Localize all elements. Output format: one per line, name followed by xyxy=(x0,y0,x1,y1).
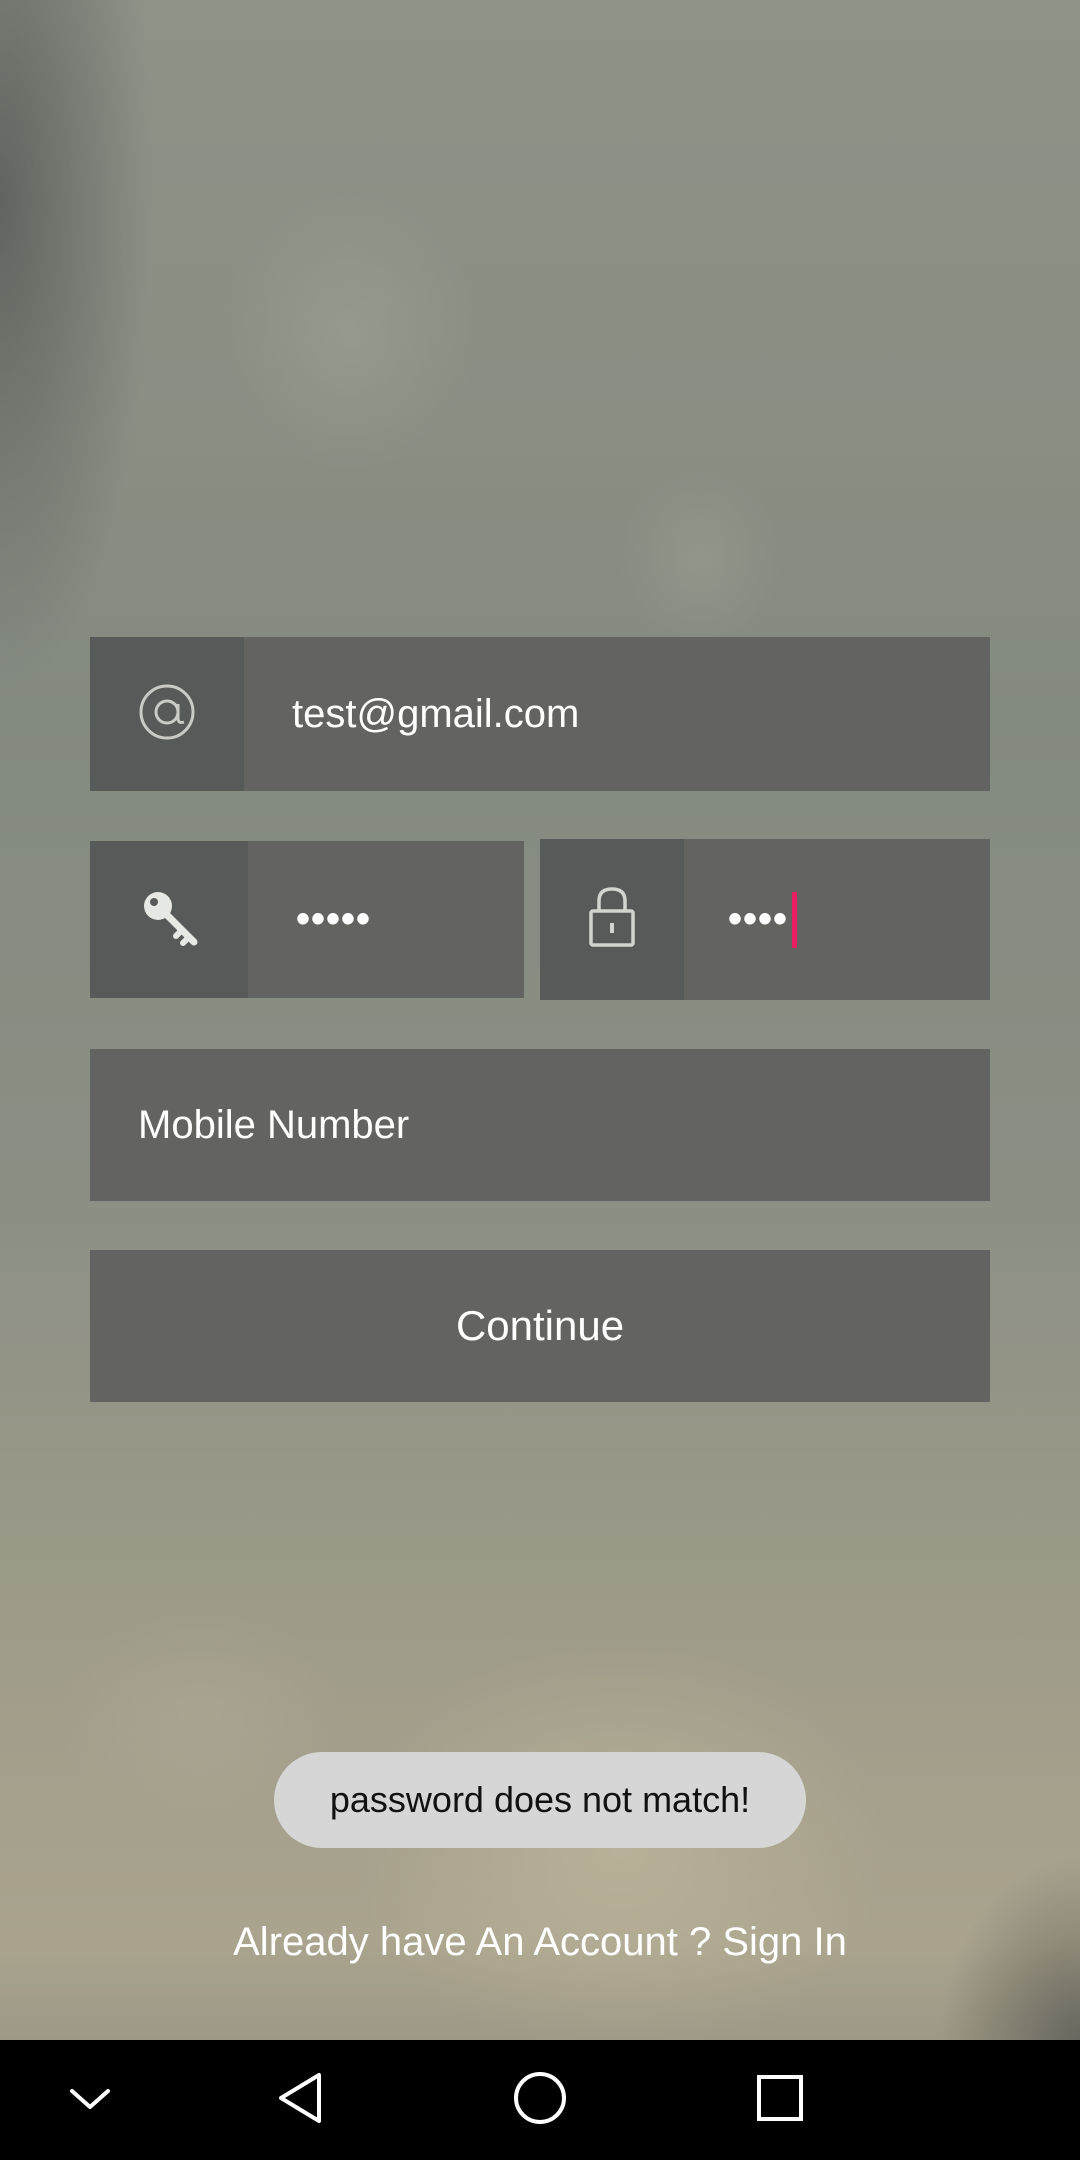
system-navigation-bar xyxy=(0,2040,1080,2160)
signup-screen: test@gmail.com ••••• •••• Mobile Number … xyxy=(0,0,1080,2160)
sign-in-link[interactable]: Already have An Account ? Sign In xyxy=(0,1920,1080,1965)
recents-icon xyxy=(756,2074,804,2127)
back-icon xyxy=(275,2071,325,2130)
lock-icon xyxy=(587,885,637,954)
mobile-number-placeholder: Mobile Number xyxy=(138,1102,410,1147)
key-icon xyxy=(138,886,200,953)
password-value: ••••• xyxy=(296,897,372,941)
text-cursor xyxy=(792,891,798,948)
email-value: test@gmail.com xyxy=(292,691,580,736)
email-icon-cell xyxy=(90,637,244,791)
confirm-password-icon-cell xyxy=(540,839,684,1000)
confirm-password-field[interactable]: •••• xyxy=(540,839,990,1000)
mobile-number-field[interactable]: Mobile Number xyxy=(90,1049,990,1201)
error-toast: password does not match! xyxy=(274,1752,806,1848)
nav-back-button[interactable] xyxy=(260,2040,340,2160)
continue-button[interactable]: Continue xyxy=(90,1250,990,1402)
nav-recents-button[interactable] xyxy=(740,2040,820,2160)
chevron-down-icon xyxy=(68,2083,112,2118)
home-icon xyxy=(512,2070,568,2131)
password-icon-cell xyxy=(90,841,248,998)
nav-home-button[interactable] xyxy=(500,2040,580,2160)
confirm-password-text: •••• xyxy=(728,839,798,1000)
password-field[interactable]: ••••• xyxy=(90,841,524,998)
email-field[interactable]: test@gmail.com xyxy=(90,637,990,791)
confirm-password-value: •••• xyxy=(728,897,789,941)
nav-chevron-down-button[interactable] xyxy=(50,2040,130,2160)
at-sign-icon xyxy=(137,682,197,747)
